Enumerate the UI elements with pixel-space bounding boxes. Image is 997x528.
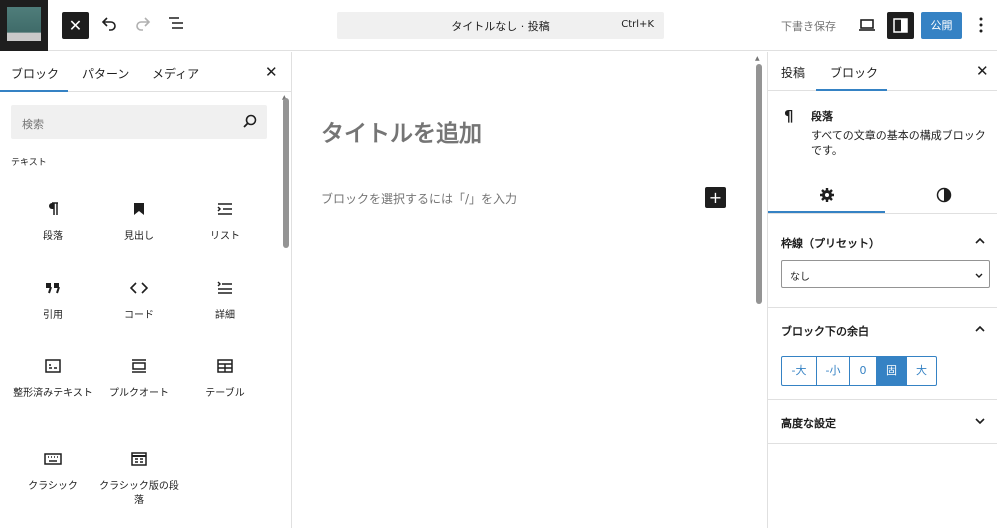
gear-icon[interactable] (819, 187, 835, 206)
chevron-up-icon[interactable] (974, 235, 986, 249)
block-label: プルクオート (109, 388, 169, 399)
code-icon (96, 277, 182, 299)
scroll-up-arrow[interactable]: ▲ (755, 55, 760, 62)
active-tab-indicator (816, 89, 887, 91)
classic-paragraph-icon (96, 448, 182, 470)
section-title[interactable]: ブロック下の余白 (781, 323, 869, 339)
active-tab-indicator (768, 211, 885, 213)
details-icon (182, 277, 268, 299)
settings-sidebar: 投稿 ブロック ✕ ¶ 段落 すべての文章の基本の構成ブロックです。 枠線（プリ… (767, 52, 997, 528)
select-value: なし (790, 272, 810, 283)
editor-header: ✕ タイトルなし · 投稿 Ctrl+K 下書き保存 公開 (0, 0, 997, 51)
block-label: 整形済みテキスト (13, 388, 93, 399)
site-icon-button[interactable] (0, 0, 48, 51)
close-inserter-toggle-button[interactable]: ✕ (62, 12, 89, 39)
block-label: リスト (210, 231, 240, 242)
block-item-details[interactable]: 詳細 (182, 277, 268, 323)
block-item-classic-paragraph[interactable]: クラシック版の段落 (96, 448, 182, 508)
save-draft-button[interactable]: 下書き保存 (781, 18, 836, 34)
block-item-list[interactable]: リスト (182, 198, 268, 244)
block-inserter-panel: ブロック パターン メディア ✕ 検索 テキスト 段落 見出し リスト 引用 コ… (0, 52, 292, 528)
chevron-down-icon (974, 269, 984, 283)
chevron-up-icon[interactable] (974, 323, 986, 337)
quote-icon (10, 277, 96, 299)
border-preset-select[interactable]: なし (781, 260, 990, 288)
block-settings-tabs (768, 176, 997, 214)
paragraph-icon: ¶ (784, 107, 794, 125)
block-card-title: 段落 (811, 110, 833, 123)
block-label: 段落 (43, 231, 63, 242)
search-placeholder: 検索 (22, 118, 44, 131)
active-tab-indicator (0, 90, 68, 92)
close-settings-button[interactable]: ✕ (976, 62, 989, 80)
editor-canvas: タイトルを追加 ブロックを選択するには「/」を入力 + ▲ (293, 52, 766, 528)
margin-option-minus-large[interactable]: -大 (782, 357, 817, 385)
post-title-input[interactable]: タイトルを追加 (321, 114, 482, 148)
publish-button[interactable]: 公開 (921, 12, 962, 39)
advanced-section: 高度な設定 (768, 400, 997, 444)
block-label: 見出し (124, 231, 154, 242)
site-logo-image (7, 7, 41, 41)
block-item-quote[interactable]: 引用 (10, 277, 96, 323)
margin-option-large[interactable]: 大 (907, 357, 936, 385)
margin-option-minus-small[interactable]: -小 (817, 357, 850, 385)
undo-icon[interactable] (100, 14, 122, 36)
styles-contrast-icon[interactable] (936, 187, 952, 206)
table-icon (182, 355, 268, 377)
paragraph-placeholder[interactable]: ブロックを選択するには「/」を入力 (321, 190, 517, 207)
keyboard-icon (10, 448, 96, 470)
margin-segmented-control: -大 -小 0 固 大 (781, 356, 937, 386)
heading-bookmark-icon (96, 198, 182, 220)
block-label: テーブル (205, 388, 245, 399)
inserter-tabs: ブロック パターン メディア ✕ (0, 52, 291, 92)
block-item-table[interactable]: テーブル (182, 355, 268, 401)
block-label: 引用 (43, 310, 63, 321)
tab-media[interactable]: メディア (152, 65, 199, 82)
settings-sidebar-toggle-button[interactable] (887, 12, 914, 39)
block-item-pullquote[interactable]: プルクオート (96, 355, 182, 401)
section-title[interactable]: 枠線（プリセット） (781, 235, 880, 251)
block-label: クラシック (28, 481, 78, 492)
block-card-description: すべての文章の基本の構成ブロックです。 (811, 129, 986, 157)
sidebar-icon (893, 18, 908, 33)
more-options-icon[interactable] (978, 16, 984, 37)
section-title[interactable]: 高度な設定 (781, 415, 836, 431)
block-item-preformatted[interactable]: 整形済みテキスト (10, 355, 96, 401)
tab-blocks[interactable]: ブロック (11, 65, 59, 82)
chevron-down-icon[interactable] (974, 415, 986, 429)
redo-icon[interactable] (134, 14, 156, 36)
editor-scrollbar[interactable] (756, 64, 762, 304)
bottom-margin-section: ブロック下の余白 (768, 308, 997, 400)
tab-post[interactable]: 投稿 (781, 64, 805, 81)
preformatted-icon (10, 355, 96, 377)
settings-tabs: 投稿 ブロック ✕ (768, 52, 997, 91)
document-title: タイトルなし · 投稿 (451, 20, 550, 33)
search-icon (242, 113, 258, 132)
command-palette-bar[interactable]: タイトルなし · 投稿 Ctrl+K (337, 12, 664, 39)
list-icon (182, 198, 268, 220)
block-item-classic[interactable]: クラシック (10, 448, 96, 494)
block-item-code[interactable]: コード (96, 277, 182, 323)
paragraph-icon (10, 198, 96, 220)
inserter-scrollbar[interactable] (283, 98, 289, 248)
block-label: 詳細 (215, 310, 235, 321)
margin-option-zero[interactable]: 0 (850, 357, 877, 385)
block-item-heading[interactable]: 見出し (96, 198, 182, 244)
block-search-input[interactable]: 検索 (11, 105, 267, 139)
tab-block[interactable]: ブロック (830, 64, 878, 81)
shortcut-hint: Ctrl+K (621, 19, 654, 30)
document-overview-icon[interactable] (167, 14, 189, 36)
block-item-paragraph[interactable]: 段落 (10, 198, 96, 244)
category-heading: テキスト (11, 158, 47, 168)
add-block-button[interactable]: + (705, 187, 726, 208)
block-label: コード (124, 310, 154, 321)
close-inserter-button[interactable]: ✕ (265, 63, 278, 81)
margin-option-fixed[interactable]: 固 (877, 357, 907, 385)
preview-desktop-icon[interactable] (858, 17, 876, 36)
pullquote-icon (96, 355, 182, 377)
block-label: クラシック版の段落 (99, 481, 179, 506)
tab-patterns[interactable]: パターン (82, 65, 129, 82)
